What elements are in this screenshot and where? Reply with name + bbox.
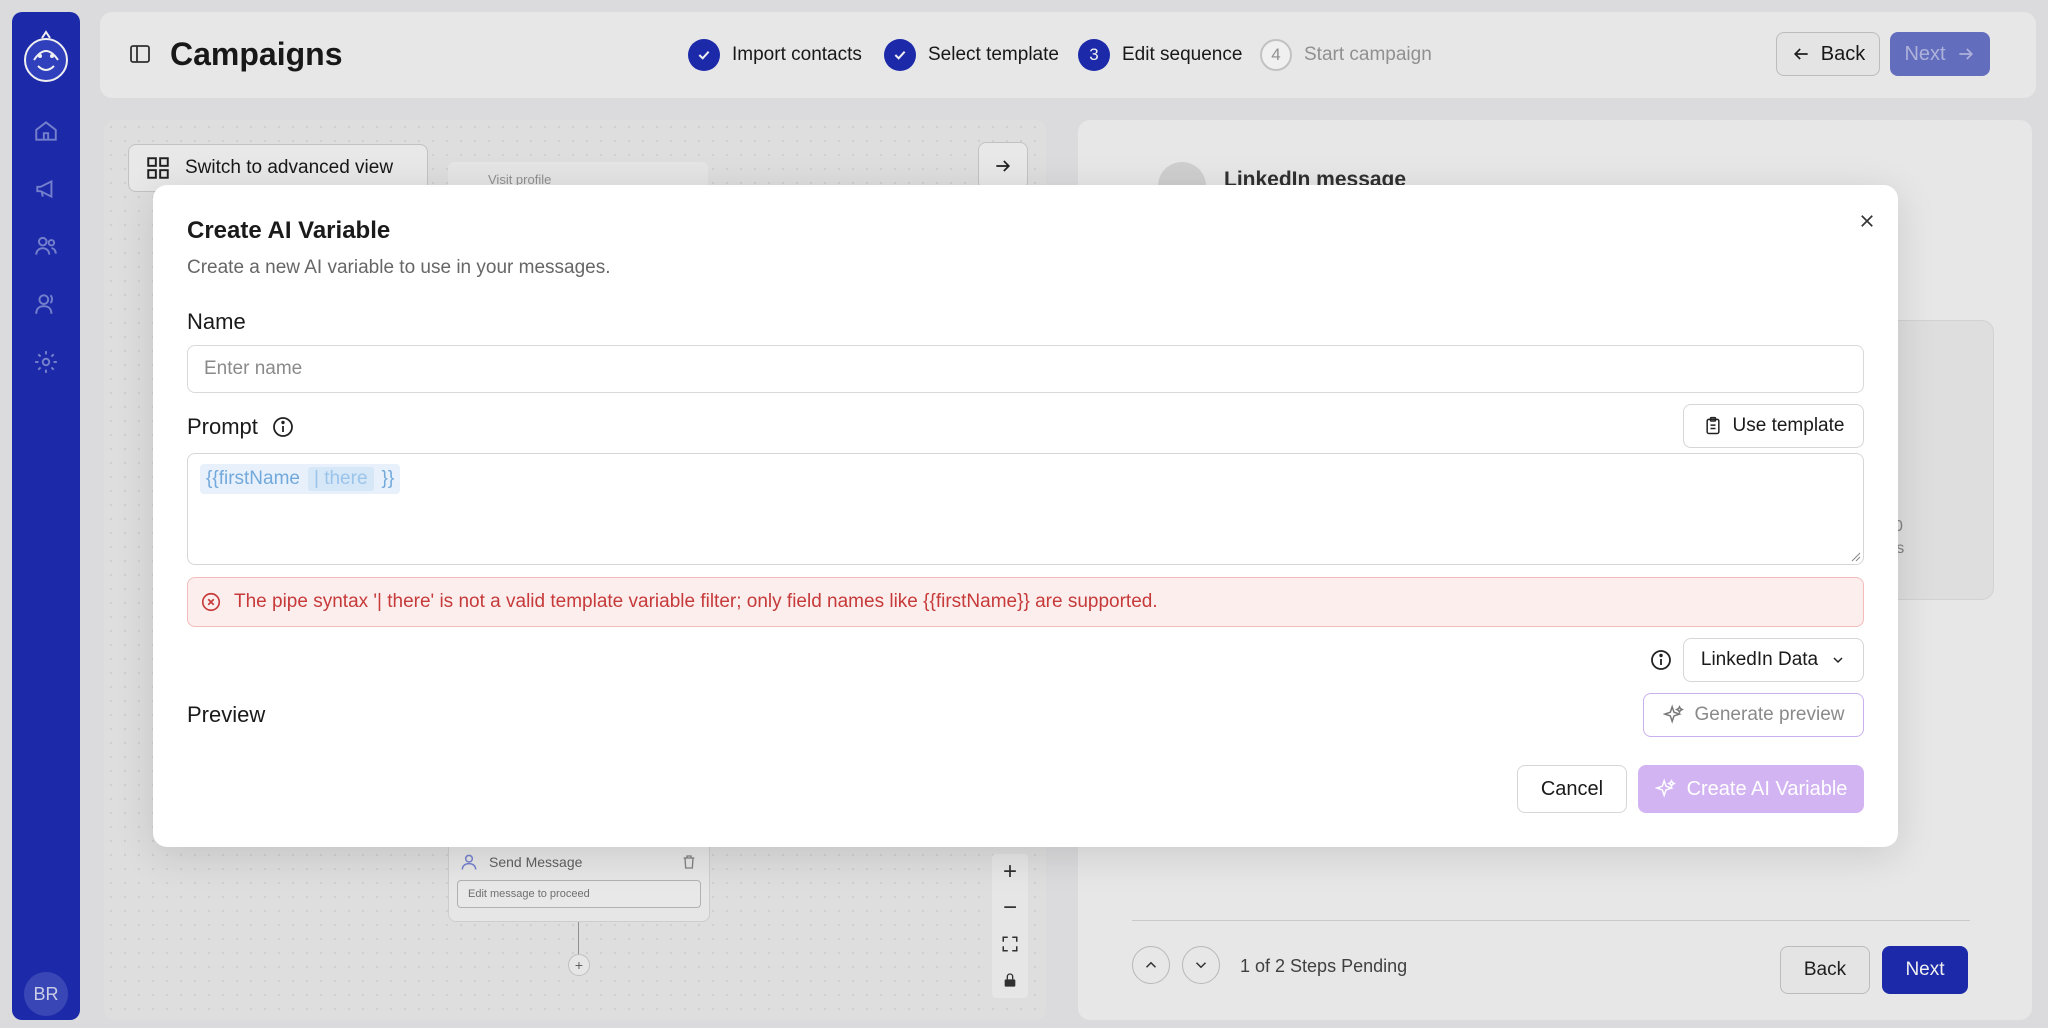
chevron-down-icon [1833, 657, 1843, 664]
clipboard-icon [1705, 416, 1720, 435]
sparkle-icon [1654, 778, 1676, 798]
generate-preview-button[interactable]: Generate preview [1643, 693, 1864, 737]
error-message: The pipe syntax '| there' is not a valid… [187, 577, 1864, 627]
cancel-button[interactable]: Cancel [1517, 765, 1627, 813]
create-ai-variable-dialog: Create AI Variable Create a new AI varia… [153, 185, 1898, 847]
variable-chip: {{firstName | there }} [200, 464, 401, 494]
close-icon[interactable] [1853, 207, 1881, 235]
name-label: Name [187, 309, 246, 334]
preview-label: Preview [187, 702, 266, 727]
use-template-button[interactable]: Use template [1683, 404, 1864, 448]
create-ai-variable-button[interactable]: Create AI Variable [1638, 765, 1864, 813]
prompt-textarea[interactable]: {{firstName | there }} [187, 453, 1864, 565]
error-icon [201, 592, 221, 612]
resize-handle-icon[interactable] [1849, 550, 1861, 562]
dialog-title: Create AI Variable [187, 217, 391, 244]
info-icon[interactable] [271, 415, 295, 439]
sparkle-icon [1662, 704, 1684, 724]
prompt-label: Prompt [187, 414, 258, 439]
data-source-select[interactable]: LinkedIn Data [1683, 638, 1864, 682]
info-icon[interactable] [1649, 648, 1673, 672]
name-input[interactable] [187, 345, 1864, 393]
dialog-subtitle: Create a new AI variable to use in your … [187, 257, 611, 278]
